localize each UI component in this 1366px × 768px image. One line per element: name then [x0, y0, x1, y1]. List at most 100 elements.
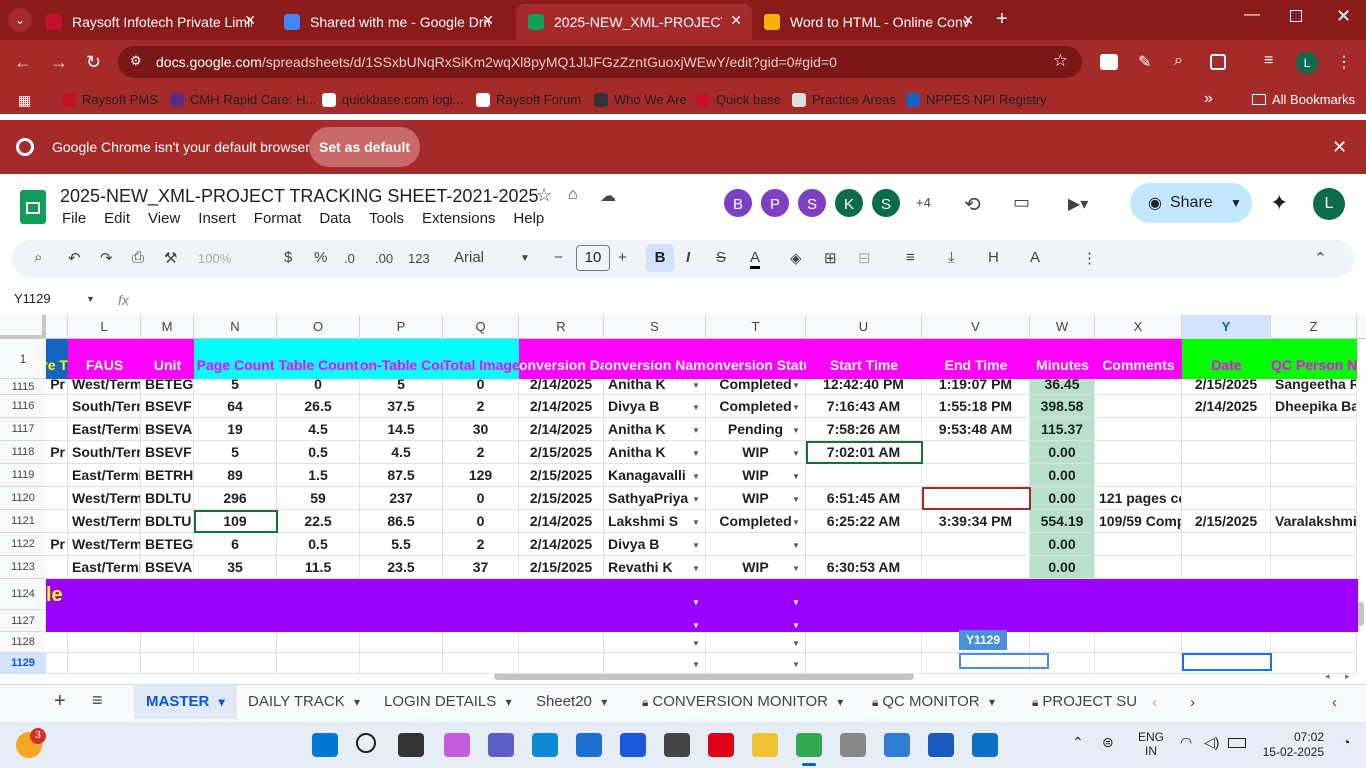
dropdown-chip-icon[interactable]: ▼	[692, 564, 700, 573]
row-header[interactable]: 1122	[0, 533, 46, 556]
more-toolbar-icon[interactable]: ⋮	[1082, 249, 1097, 267]
remote-desktop-icon[interactable]	[972, 733, 998, 757]
cell[interactable]	[1095, 556, 1182, 579]
dropdown-chip-icon[interactable]: ▼	[692, 660, 700, 669]
sheet-scroll-right-icon[interactable]: ›	[1190, 694, 1195, 711]
reload-icon[interactable]: ↻	[86, 52, 101, 73]
row-header[interactable]: 1118	[0, 441, 46, 464]
menu-extensions[interactable]: Extensions	[422, 210, 495, 227]
explore-sidebar-icon[interactable]: ‹	[1332, 694, 1337, 711]
cell[interactable]	[46, 464, 68, 487]
cell[interactable]	[519, 653, 604, 674]
zoom-icon[interactable]: ⌕	[1174, 52, 1183, 70]
cell[interactable]: 2/15/2025	[1182, 379, 1271, 395]
collaborator-avatar[interactable]: K	[833, 187, 865, 219]
merge-cells-icon[interactable]: ⊟	[858, 249, 871, 267]
cell[interactable]: 0	[443, 379, 519, 395]
currency-icon[interactable]: $	[284, 249, 292, 266]
cell[interactable]	[277, 653, 360, 674]
vertical-scrollbar[interactable]	[1357, 602, 1364, 626]
cell[interactable]	[443, 632, 519, 653]
font-size-increase-icon[interactable]: +	[618, 249, 627, 266]
account-avatar[interactable]: L	[1313, 188, 1345, 220]
cell[interactable]	[46, 632, 68, 653]
dropdown-chip-icon[interactable]: ▼	[692, 403, 700, 412]
font-size-field[interactable]: 10	[576, 245, 610, 271]
header-cell[interactable]: End Time	[922, 339, 1030, 379]
cell[interactable]: 7:58:26 AM	[806, 418, 922, 441]
dropdown-chip-icon[interactable]: ▼	[792, 426, 800, 435]
increase-decimal-icon[interactable]: .00	[375, 251, 393, 266]
horizontal-align-icon[interactable]: ≡	[906, 249, 915, 266]
undo-icon[interactable]: ↶	[68, 249, 81, 267]
column-header-M[interactable]: M	[141, 315, 194, 339]
text-rotation-icon[interactable]: A	[1030, 249, 1040, 266]
cell[interactable]	[1271, 533, 1357, 556]
cell[interactable]: 30	[443, 418, 519, 441]
cell[interactable]	[1095, 395, 1182, 418]
header-cell[interactable]: re T	[46, 339, 68, 379]
column-header-S[interactable]: S	[604, 315, 706, 339]
cell[interactable]: Dheepika Ba	[1271, 395, 1357, 418]
cell[interactable]: 5	[194, 441, 277, 464]
star-icon[interactable]: ☆	[536, 185, 552, 206]
document-title[interactable]: 2025-NEW_XML-PROJECT TRACKING SHEET-2021…	[60, 186, 539, 207]
cell[interactable]	[46, 510, 68, 533]
search-icon[interactable]	[356, 733, 376, 753]
cell[interactable]: South/Term	[68, 395, 141, 418]
column-header-Z[interactable]: Z	[1271, 315, 1357, 339]
sheet-tab-menu-icon[interactable]: ▾	[215, 695, 225, 709]
cell[interactable]	[1095, 418, 1182, 441]
cell[interactable]: BSEVF	[141, 441, 194, 464]
bookmarks-overflow-icon[interactable]: »	[1204, 90, 1213, 108]
cell[interactable]: 37	[443, 556, 519, 579]
cell[interactable]: 9:53:48 AM	[922, 418, 1030, 441]
cell[interactable]: West/Termi	[68, 533, 141, 556]
menu-tools[interactable]: Tools	[369, 210, 404, 227]
cell[interactable]: East/Termir	[68, 556, 141, 579]
collaborator-avatar[interactable]: P	[759, 187, 791, 219]
cell[interactable]	[922, 441, 1030, 464]
redo-icon[interactable]: ↷	[100, 249, 113, 267]
header-cell[interactable]: Table Count	[277, 339, 360, 379]
vpn-icon[interactable]: ⊜	[1102, 734, 1114, 751]
header-cell[interactable]: Date	[1182, 339, 1271, 379]
share-button[interactable]: ◉ Share ▼	[1130, 183, 1252, 223]
cell[interactable]	[706, 653, 806, 674]
bookmark-item[interactable]: NPPES NPI Registry	[906, 92, 1047, 107]
cell[interactable]	[1182, 418, 1271, 441]
column-header-P[interactable]: P	[360, 315, 443, 339]
cell[interactable]: Completed	[706, 395, 806, 418]
cell[interactable]	[1095, 632, 1182, 653]
cloud-saved-icon[interactable]: ☁	[600, 186, 616, 206]
cell[interactable]: East/Termir	[68, 464, 141, 487]
percent-icon[interactable]: %	[314, 249, 327, 266]
dropdown-chip-icon[interactable]: ▼	[692, 598, 700, 607]
cell[interactable]	[1182, 632, 1271, 653]
cell[interactable]: Pending	[706, 418, 806, 441]
cell[interactable]	[604, 632, 706, 653]
cell[interactable]: 0.00	[1030, 464, 1095, 487]
cell[interactable]	[141, 632, 194, 653]
cell[interactable]	[46, 556, 68, 579]
tab-close-icon[interactable]: ✕	[244, 12, 256, 29]
row-header[interactable]: 1124	[0, 579, 46, 610]
menu-file[interactable]: File	[62, 210, 86, 227]
history-icon[interactable]: ⟲	[964, 192, 981, 217]
cell[interactable]: 35	[194, 556, 277, 579]
sheet-tab-menu-icon[interactable]: ▾	[834, 695, 843, 709]
cell[interactable]	[46, 418, 68, 441]
cell[interactable]: 2	[443, 533, 519, 556]
dropdown-chip-icon[interactable]: ▼	[692, 518, 700, 527]
cell[interactable]: 2	[443, 395, 519, 418]
cell[interactable]: 554.19	[1030, 510, 1095, 533]
cell[interactable]	[1271, 556, 1357, 579]
cell[interactable]: 2/15/2025	[519, 556, 604, 579]
store-icon[interactable]	[576, 733, 602, 757]
cell[interactable]: 0.5	[277, 441, 360, 464]
column-header-R[interactable]: R	[519, 315, 604, 339]
task-view-icon[interactable]	[398, 733, 424, 757]
cell[interactable]	[1095, 379, 1182, 395]
cell[interactable]	[1182, 556, 1271, 579]
all-sheets-icon[interactable]: ≡	[92, 690, 103, 711]
